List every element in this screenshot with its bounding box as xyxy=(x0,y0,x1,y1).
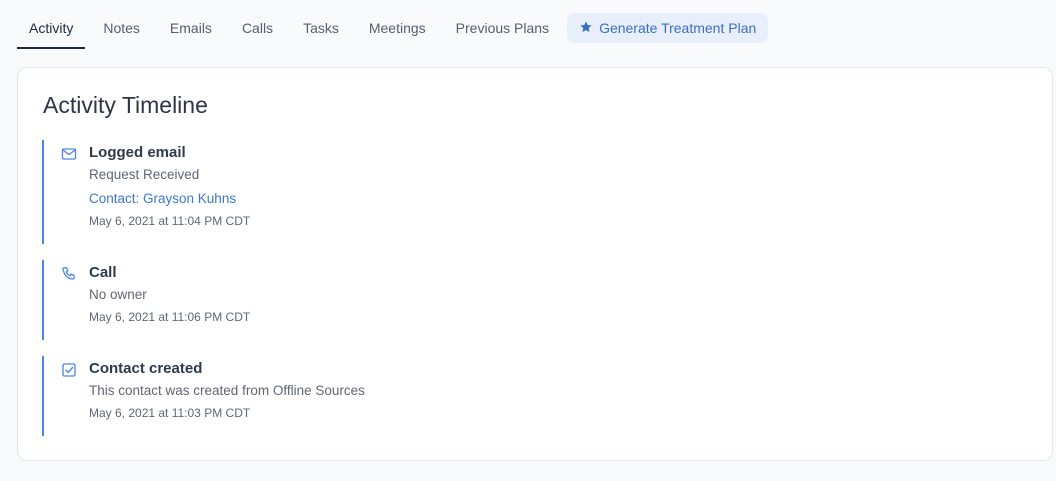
contact-link[interactable]: Contact: Grayson Kuhns xyxy=(89,191,236,206)
tab-tasks[interactable]: Tasks xyxy=(291,12,351,49)
timeline-item-subtitle: Request Received xyxy=(89,167,200,182)
star-icon xyxy=(579,20,593,37)
checkbox-icon xyxy=(61,362,77,378)
timeline-item: Contact created This contact was created… xyxy=(42,356,742,436)
activity-timeline-card: Activity Timeline Logged email Request R… xyxy=(17,67,1053,461)
timeline-item: Call No owner May 6, 2021 at 11:06 PM CD… xyxy=(42,260,742,340)
timeline-item-subtitle: No owner xyxy=(89,287,147,302)
timeline-item-title: Logged email xyxy=(89,144,186,161)
mail-icon xyxy=(61,146,77,162)
timeline-item-title: Contact created xyxy=(89,360,203,377)
timeline-item: Logged email Request Received Contact: G… xyxy=(42,140,742,244)
timeline-item-date: May 6, 2021 at 11:04 PM CDT xyxy=(89,214,251,228)
tab-notes[interactable]: Notes xyxy=(91,12,152,49)
timeline-item-date: May 6, 2021 at 11:03 PM CDT xyxy=(89,406,251,420)
generate-treatment-plan-button[interactable]: Generate Treatment Plan xyxy=(567,13,769,43)
timeline-item-title: Call xyxy=(89,264,117,281)
generate-button-label: Generate Treatment Plan xyxy=(599,20,757,36)
tab-meetings[interactable]: Meetings xyxy=(357,12,438,49)
tab-calls[interactable]: Calls xyxy=(230,12,285,49)
tab-activity[interactable]: Activity xyxy=(17,12,86,49)
phone-icon xyxy=(61,266,77,282)
tab-previous-plans[interactable]: Previous Plans xyxy=(444,12,561,49)
tab-bar: Activity Notes Emails Calls Tasks Meetin… xyxy=(17,12,769,49)
timeline-item-date: May 6, 2021 at 11:06 PM CDT xyxy=(89,310,251,324)
tab-emails[interactable]: Emails xyxy=(158,12,224,49)
timeline-item-subtitle: This contact was created from Offline So… xyxy=(89,383,365,398)
page-title: Activity Timeline xyxy=(43,92,208,118)
